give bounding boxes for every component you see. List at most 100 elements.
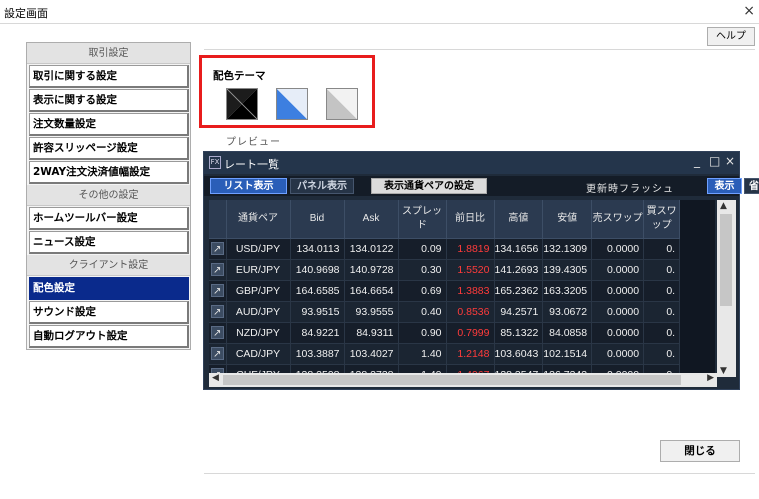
- minimize-icon[interactable]: _: [694, 154, 700, 168]
- sidebar-item-2way-range[interactable]: 2WAY注文決済値幅設定: [29, 161, 189, 184]
- panel-view-tab[interactable]: パネル表示: [290, 178, 354, 194]
- scroll-up-icon[interactable]: ▲: [720, 201, 727, 211]
- rate-list-preview: FX レート一覧 _ □ × リスト表示 パネル表示 表示通貨ペアの設定 更新時…: [203, 151, 759, 390]
- window-titlebar: 設定画面 ×: [0, 0, 759, 24]
- vertical-scrollbar[interactable]: ▲ ▼: [717, 200, 736, 377]
- rate-cell: 1.8819: [446, 238, 495, 260]
- column-header[interactable]: Ask: [344, 200, 399, 239]
- chart-icon[interactable]: ↗: [210, 263, 224, 276]
- sidebar-item-news[interactable]: ニュース設定: [29, 231, 189, 254]
- rate-cell: 103.4027: [344, 343, 399, 365]
- rate-cell: 0.0000: [591, 301, 645, 323]
- sidebar-item-trading-settings[interactable]: 取引に関する設定: [29, 65, 189, 88]
- rate-cell: 84.9311: [344, 322, 399, 344]
- divider: [204, 473, 755, 474]
- rate-cell: 93.9515: [290, 301, 345, 323]
- chart-icon-cell[interactable]: ↗: [209, 280, 227, 302]
- rate-cell: 0.0000: [591, 259, 645, 281]
- sidebar-item-order-quantity[interactable]: 注文数量設定: [29, 113, 189, 136]
- list-view-tab[interactable]: リスト表示: [210, 178, 287, 194]
- column-header[interactable]: 前日比: [446, 200, 495, 239]
- rate-cell: 0.0000: [591, 343, 645, 365]
- chart-icon-cell[interactable]: ↗: [209, 238, 227, 260]
- table-row[interactable]: ↗ NZD/JPY 84.9221 84.9311 0.90 0.7999 85.1322 8…: [209, 322, 681, 344]
- column-header[interactable]: 安値: [542, 200, 593, 239]
- theme-swatch-black[interactable]: [226, 88, 258, 120]
- rate-cell: 102.1514: [542, 343, 593, 365]
- rate-cell: 134.0122: [344, 238, 399, 260]
- chart-icon-cell[interactable]: ↗: [209, 322, 227, 344]
- rate-cell: 165.2362: [494, 280, 544, 302]
- flash-show-button[interactable]: 表示: [707, 178, 742, 194]
- rate-cell: 1.2148: [446, 343, 495, 365]
- scroll-left-icon[interactable]: ◀: [212, 373, 219, 383]
- column-header[interactable]: 通貨ペア: [226, 200, 291, 239]
- theme-swatch-blue[interactable]: [276, 88, 308, 120]
- horizontal-scroll-thumb[interactable]: [223, 375, 681, 385]
- rate-cell: 164.6585: [290, 280, 345, 302]
- rate-cell: 85.1322: [494, 322, 544, 344]
- rate-cell: 0.: [643, 301, 681, 323]
- chart-icon-cell[interactable]: ↗: [209, 301, 227, 323]
- preview-label: プレビュー: [226, 137, 281, 148]
- rate-cell: 0.: [643, 238, 681, 260]
- currency-pair-cell: NZD/JPY: [226, 322, 291, 344]
- table-header-row: 通貨ペア Bid Ask スプレッド 前日比 高値 安値 売スワップ 買スワップ: [209, 200, 681, 239]
- rate-cell: 0.30: [398, 259, 447, 281]
- rate-cell: 103.3887: [290, 343, 345, 365]
- chart-icon[interactable]: ↗: [210, 242, 224, 255]
- scroll-right-icon[interactable]: ▶: [707, 373, 714, 383]
- chart-icon-cell[interactable]: ↗: [209, 259, 227, 281]
- window-close-icon[interactable]: ×: [743, 3, 755, 19]
- table-row[interactable]: ↗ USD/JPY 134.0113 134.0122 0.09 1.8819 134.16…: [209, 238, 681, 260]
- column-header[interactable]: 高値: [494, 200, 544, 239]
- rate-cell: 0.0000: [591, 238, 645, 260]
- chart-icon[interactable]: ↗: [210, 284, 224, 297]
- chart-icon[interactable]: ↗: [210, 347, 224, 360]
- rate-cell: 164.6654: [344, 280, 399, 302]
- sidebar-item-auto-logout[interactable]: 自動ログアウト設定: [29, 325, 189, 348]
- sidebar-item-slippage[interactable]: 許容スリッページ設定: [29, 137, 189, 160]
- column-header: [209, 200, 227, 239]
- maximize-icon[interactable]: □: [709, 154, 720, 168]
- color-theme-label: 配色テーマ: [213, 70, 266, 82]
- rate-cell: 0.: [643, 280, 681, 302]
- sidebar-item-home-toolbar[interactable]: ホームツールバー設定: [29, 207, 189, 230]
- column-header[interactable]: 買スワップ: [643, 200, 681, 239]
- rate-cell: 163.3205: [542, 280, 593, 302]
- currency-pair-cell: CAD/JPY: [226, 343, 291, 365]
- close-button[interactable]: 閉じる: [660, 440, 740, 462]
- rate-cell: 0.8536: [446, 301, 495, 323]
- rate-cell: 140.9728: [344, 259, 399, 281]
- sidebar-item-color-settings[interactable]: 配色設定: [29, 277, 189, 300]
- table-row[interactable]: ↗ EUR/JPY 140.9698 140.9728 0.30 1.5520 141.26…: [209, 259, 681, 281]
- flash-hide-button[interactable]: 省: [744, 178, 759, 194]
- rate-cell: 140.9698: [290, 259, 345, 281]
- scroll-down-icon[interactable]: ▼: [720, 366, 727, 376]
- section-header-other: その他の設定: [27, 185, 190, 206]
- currency-pair-cell: AUD/JPY: [226, 301, 291, 323]
- theme-swatch-light-gray[interactable]: [326, 88, 358, 120]
- chart-icon[interactable]: ↗: [210, 305, 224, 318]
- help-button[interactable]: ヘルプ: [707, 27, 755, 46]
- rate-cell: 93.0672: [542, 301, 593, 323]
- section-header-client: クライアント設定: [27, 255, 190, 276]
- table-row[interactable]: ↗ AUD/JPY 93.9515 93.9555 0.40 0.8536 94.2571 9…: [209, 301, 681, 323]
- table-row[interactable]: ↗ CAD/JPY 103.3887 103.4027 1.40 1.2148 103.60…: [209, 343, 681, 365]
- pair-setting-button[interactable]: 表示通貨ペアの設定: [371, 178, 487, 194]
- table-row[interactable]: ↗ GBP/JPY 164.6585 164.6654 0.69 1.3883 165.23…: [209, 280, 681, 302]
- sidebar-item-display-settings[interactable]: 表示に関する設定: [29, 89, 189, 112]
- rate-window-title: レート一覧: [224, 158, 279, 171]
- column-header[interactable]: Bid: [290, 200, 345, 239]
- horizontal-scrollbar[interactable]: ◀ ▶: [209, 373, 717, 387]
- chart-icon[interactable]: ↗: [210, 326, 224, 339]
- column-header[interactable]: 売スワップ: [591, 200, 645, 239]
- rate-table-container: 通貨ペア Bid Ask スプレッド 前日比 高値 安値 売スワップ 買スワップ…: [209, 200, 715, 377]
- section-header-trading: 取引設定: [27, 43, 190, 64]
- sidebar-item-sound[interactable]: サウンド設定: [29, 301, 189, 324]
- column-header[interactable]: スプレッド: [398, 200, 447, 239]
- vertical-scroll-thumb[interactable]: [720, 214, 732, 306]
- chart-icon-cell[interactable]: ↗: [209, 343, 227, 365]
- close-icon[interactable]: ×: [725, 154, 735, 168]
- rate-cell: 0.: [643, 259, 681, 281]
